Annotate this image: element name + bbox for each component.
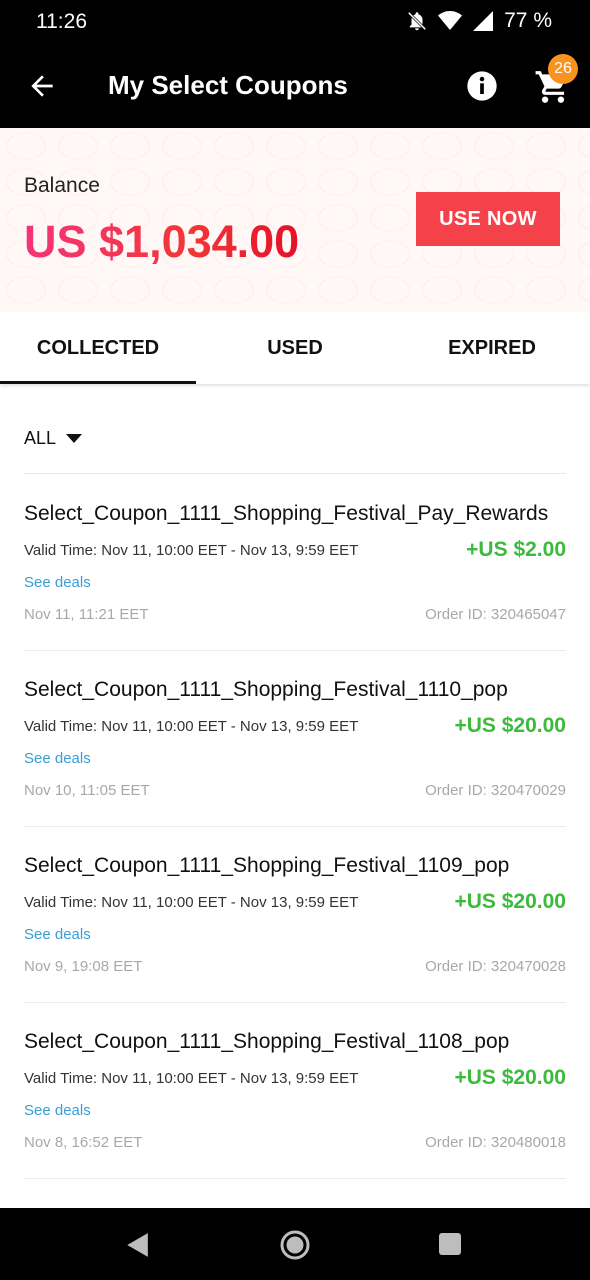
coupon-valid-time: Valid Time: Nov 11, 10:00 EET - Nov 13, … <box>24 1070 359 1087</box>
system-nav-bar <box>0 1208 590 1280</box>
coupon-value: +US $20.00 <box>454 714 566 737</box>
coupon-date: Nov 9, 19:08 EET <box>24 958 143 975</box>
balance-card: Balance US $1,034.00 USE NOW <box>0 128 590 312</box>
back-arrow-icon[interactable] <box>26 70 58 102</box>
coupon-value: +US $2.00 <box>466 538 566 561</box>
notifications-off-icon <box>407 11 427 31</box>
coupon-item: Select_Coupon_1111_Shopping_Festival_Pay… <box>24 474 566 651</box>
tab-collected[interactable]: COLLECTED <box>0 312 196 384</box>
coupon-valid-time: Valid Time: Nov 11, 10:00 EET - Nov 13, … <box>24 542 359 559</box>
nav-recents-icon[interactable] <box>438 1232 462 1256</box>
balance-amount: US $1,034.00 <box>24 216 300 267</box>
use-now-button[interactable]: USE NOW <box>416 192 560 246</box>
coupon-item: Select_Coupon_1111_Shopping_Festival_110… <box>24 826 566 1003</box>
coupon-order-id: Order ID: 320470028 <box>425 958 566 975</box>
coupon-tabs: COLLECTED USED EXPIRED <box>0 312 590 384</box>
filter-dropdown[interactable]: ALL <box>24 428 83 449</box>
wifi-icon <box>438 11 463 30</box>
coupon-date: Nov 10, 11:05 EET <box>24 782 150 799</box>
cart-count-badge: 26 <box>548 54 578 84</box>
status-time: 11:26 <box>36 10 87 33</box>
coupon-name: Select_Coupon_1111_Shopping_Festival_110… <box>24 1030 510 1053</box>
coupon-value: +US $20.00 <box>454 1066 566 1089</box>
coupon-date: Nov 11, 11:21 EET <box>24 606 149 623</box>
coupon-valid-time: Valid Time: Nov 11, 10:00 EET - Nov 13, … <box>24 894 359 911</box>
info-icon[interactable] <box>466 70 498 102</box>
nav-home-icon[interactable] <box>280 1230 310 1260</box>
nav-back-icon[interactable] <box>124 1232 150 1258</box>
tab-used[interactable]: USED <box>197 312 393 384</box>
coupon-date: Nov 8, 16:52 EET <box>24 1134 143 1151</box>
tab-expired[interactable]: EXPIRED <box>394 312 590 384</box>
status-icons: 77 % <box>406 9 552 33</box>
see-deals-link[interactable]: See deals <box>24 574 91 591</box>
signal-icon <box>473 11 494 31</box>
see-deals-link[interactable]: See deals <box>24 750 91 767</box>
balance-label: Balance <box>24 174 100 197</box>
coupon-order-id: Order ID: 320470029 <box>425 782 566 799</box>
status-bar: 11:26 77 % <box>0 0 590 44</box>
coupon-name: Select_Coupon_1111_Shopping_Festival_Pay… <box>24 502 549 525</box>
app-bar: My Select Coupons 26 <box>0 44 590 128</box>
coupon-value: +US $20.00 <box>454 890 566 913</box>
dropdown-arrow-icon <box>66 433 83 443</box>
coupon-item: Select_Coupon_1111_Shopping_Festival_110… <box>24 1002 566 1179</box>
see-deals-link[interactable]: See deals <box>24 1102 91 1119</box>
see-deals-link[interactable]: See deals <box>24 926 91 943</box>
coupon-item: Select_Coupon_1111_Shopping_Festival_111… <box>24 650 566 827</box>
coupon-valid-time: Valid Time: Nov 11, 10:00 EET - Nov 13, … <box>24 718 359 735</box>
filter-label: ALL <box>24 428 57 448</box>
coupon-name: Select_Coupon_1111_Shopping_Festival_111… <box>24 678 508 701</box>
coupon-order-id: Order ID: 320480018 <box>425 1134 566 1151</box>
page-title: My Select Coupons <box>108 70 348 100</box>
coupon-order-id: Order ID: 320465047 <box>425 606 566 623</box>
battery-level: 77 % <box>504 9 552 32</box>
coupon-name: Select_Coupon_1111_Shopping_Festival_110… <box>24 854 510 877</box>
